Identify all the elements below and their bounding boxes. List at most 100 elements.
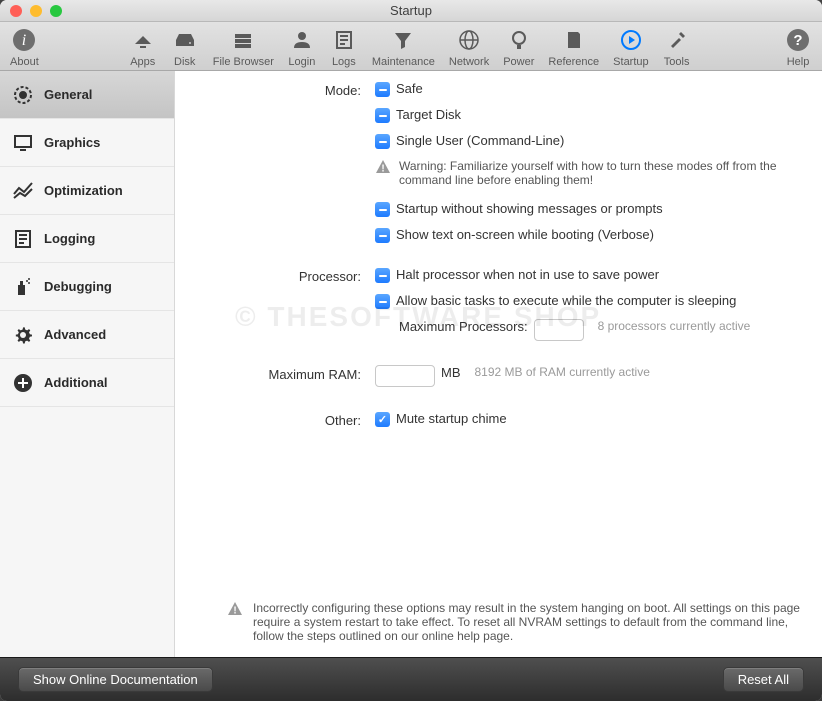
filebrowser-icon [229,26,257,54]
bottom-bar: Show Online Documentation Reset All [0,657,822,701]
toolbar-logs[interactable]: Logs [330,26,358,68]
halt-label: Halt processor when not in use to save p… [396,267,659,282]
apps-icon [129,26,157,54]
svg-text:i: i [22,32,26,49]
safe-checkbox[interactable] [375,82,390,97]
other-label: Other: [175,411,375,437]
general-icon [12,84,34,106]
processor-label: Processor: [175,267,375,349]
toolbar-apps[interactable]: Apps [129,26,157,68]
sidebar-item-general[interactable]: General [0,71,174,119]
nomessages-label: Startup without showing messages or prom… [396,201,663,216]
window: Startup i About Apps Disk File Browser L… [0,0,822,701]
warning-icon: ! [227,601,243,617]
traffic-lights [0,5,62,17]
sidebar-item-optimization[interactable]: Optimization [0,167,174,215]
halt-checkbox[interactable] [375,268,390,283]
logging-icon [12,228,34,250]
logs-icon [330,26,358,54]
zoom-icon[interactable] [50,5,62,17]
bulb-icon [505,26,533,54]
disk-icon [171,26,199,54]
svg-text:?: ? [793,32,802,49]
sleeptasks-label: Allow basic tasks to execute while the c… [396,293,736,308]
sidebar: General Graphics Optimization Logging De… [0,71,175,657]
targetdisk-checkbox[interactable] [375,108,390,123]
maxram-input[interactable] [375,365,435,387]
toolbar-network[interactable]: Network [449,26,489,68]
sidebar-item-advanced[interactable]: Advanced [0,311,174,359]
toolbar-startup-label: Startup [613,56,648,68]
maxram-label: Maximum RAM: [175,365,375,395]
titlebar: Startup [0,0,822,22]
safe-label: Safe [396,81,423,96]
toolbar-maintenance-label: Maintenance [372,56,435,68]
sleeptasks-checkbox[interactable] [375,294,390,309]
sidebar-item-graphics[interactable]: Graphics [0,119,174,167]
toolbar-help[interactable]: ? Help [784,26,812,68]
spray-icon [12,276,34,298]
toolbar-power-label: Power [503,56,534,68]
maxproc-input[interactable] [534,319,584,341]
verbose-checkbox[interactable] [375,228,390,243]
toolbar-network-label: Network [449,56,489,68]
show-docs-button[interactable]: Show Online Documentation [18,667,213,692]
sidebar-item-label: Graphics [44,135,100,150]
chart-icon [12,180,34,202]
toolbar-login-label: Login [288,56,315,68]
svg-text:!: ! [233,606,236,617]
play-icon [617,26,645,54]
mb-label: MB [441,365,461,380]
footer-warning: ! Incorrectly configuring these options … [175,601,822,657]
minimize-icon[interactable] [30,5,42,17]
sidebar-item-label: Additional [44,375,108,390]
window-title: Startup [0,3,822,18]
sidebar-item-additional[interactable]: Additional [0,359,174,407]
close-icon[interactable] [10,5,22,17]
toolbar-about-label: About [10,56,39,68]
mutechime-label: Mute startup chime [396,411,507,426]
gear-icon [12,324,34,346]
monitor-icon [12,132,34,154]
toolbar: i About Apps Disk File Browser Login Log… [0,22,822,71]
login-icon [288,26,316,54]
toolbar-startup[interactable]: Startup [613,26,648,68]
toolbar-filebrowser[interactable]: File Browser [213,26,274,68]
maxproc-hint: 8 processors currently active [598,319,751,333]
help-icon: ? [784,26,812,54]
toolbar-login[interactable]: Login [288,26,316,68]
singleuser-label: Single User (Command-Line) [396,133,564,148]
singleuser-checkbox[interactable] [375,134,390,149]
sidebar-item-label: Debugging [44,279,112,294]
sidebar-item-label: General [44,87,92,102]
toolbar-about[interactable]: i About [10,26,39,68]
toolbar-reference[interactable]: Reference [548,26,599,68]
sidebar-item-label: Advanced [44,327,106,342]
toolbar-help-label: Help [787,56,810,68]
reset-all-button[interactable]: Reset All [723,667,804,692]
sidebar-item-label: Optimization [44,183,123,198]
network-icon [455,26,483,54]
sidebar-item-logging[interactable]: Logging [0,215,174,263]
maxproc-label: Maximum Processors: [399,319,528,334]
warning-icon: ! [375,159,391,175]
mutechime-checkbox[interactable] [375,412,390,427]
content: Mode: Safe Target Disk Single User (Comm… [175,71,822,601]
reference-icon [560,26,588,54]
sidebar-item-debugging[interactable]: Debugging [0,263,174,311]
targetdisk-label: Target Disk [396,107,461,122]
tools-icon [663,26,691,54]
toolbar-maintenance[interactable]: Maintenance [372,26,435,68]
toolbar-apps-label: Apps [130,56,155,68]
funnel-icon [389,26,417,54]
svg-text:!: ! [381,164,384,175]
toolbar-tools-label: Tools [664,56,690,68]
toolbar-logs-label: Logs [332,56,356,68]
toolbar-tools[interactable]: Tools [663,26,691,68]
toolbar-power[interactable]: Power [503,26,534,68]
mode-label: Mode: [175,81,375,253]
nomessages-checkbox[interactable] [375,202,390,217]
verbose-label: Show text on-screen while booting (Verbo… [396,227,654,242]
toolbar-disk[interactable]: Disk [171,26,199,68]
toolbar-disk-label: Disk [174,56,195,68]
